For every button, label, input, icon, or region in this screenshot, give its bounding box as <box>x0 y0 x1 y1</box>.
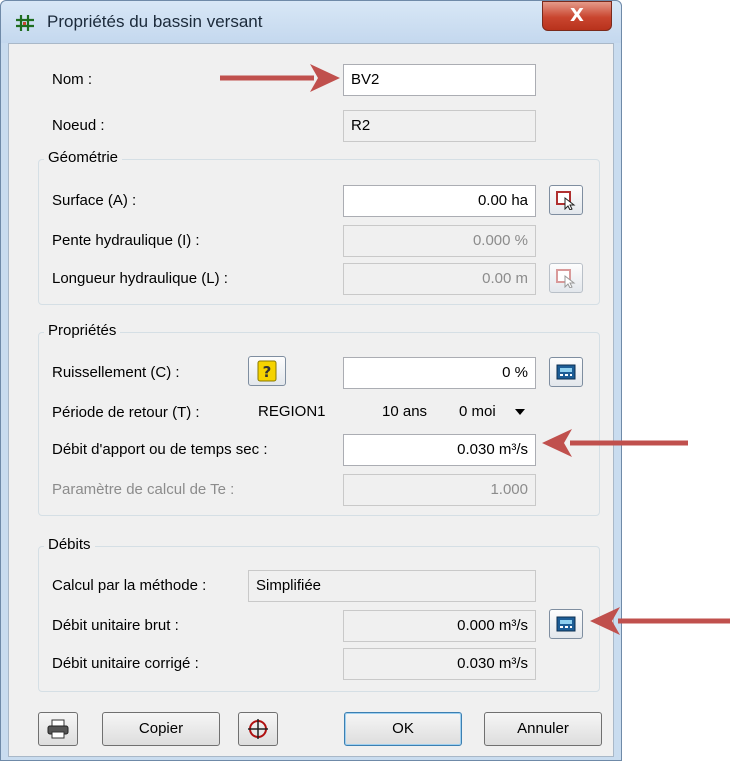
periode-moi: 0 moi <box>459 403 496 420</box>
pente-field: 0.000 % <box>343 225 536 257</box>
title-bar[interactable]: Propriétés du bassin versant X <box>1 1 621 43</box>
chevron-down-icon <box>515 409 525 415</box>
periode-ans: 10 ans <box>382 403 428 420</box>
pick-longueur-button[interactable] <box>549 263 583 293</box>
longueur-label: Longueur hydraulique (L) : <box>52 270 228 287</box>
periode-region: REGION1 <box>258 403 326 420</box>
noeud-label: Noeud : <box>52 117 105 134</box>
annotation-arrow-left-icon <box>542 429 688 457</box>
nom-input[interactable]: BV2 <box>343 64 536 96</box>
methode-field: Simplifiée <box>248 570 536 602</box>
ruissellement-calc-button[interactable] <box>549 357 583 387</box>
select-cursor-icon <box>556 191 576 210</box>
debit-corrige-label: Débit unitaire corrigé : <box>52 655 199 672</box>
debit-brut-label: Débit unitaire brut : <box>52 617 179 634</box>
geometrie-legend: Géométrie <box>44 149 123 166</box>
copier-button[interactable]: Copier <box>102 712 220 746</box>
ruissellement-label: Ruissellement (C) : <box>52 364 180 381</box>
annotation-arrow-right-icon <box>220 64 340 92</box>
print-button[interactable] <box>38 712 78 746</box>
proprietes-legend: Propriétés <box>44 322 121 339</box>
printer-icon <box>47 719 69 739</box>
debit-brut-calc-button[interactable] <box>549 609 583 639</box>
grid-app-icon <box>16 15 34 31</box>
nom-label: Nom : <box>52 71 93 88</box>
pente-label: Pente hydraulique (I) : <box>52 232 200 249</box>
svg-text:?: ? <box>263 363 272 381</box>
methode-label: Calcul par la méthode : <box>52 577 207 594</box>
parametre-te-field: 1.000 <box>343 474 536 506</box>
window-title: Propriétés du bassin versant <box>47 12 263 31</box>
question-mark-icon: ? <box>257 360 277 382</box>
pick-surface-button[interactable] <box>549 185 583 215</box>
locate-button[interactable] <box>238 712 278 746</box>
ok-button[interactable]: OK <box>344 712 462 746</box>
debit-corrige-field: 0.030 m³/s <box>343 648 536 680</box>
debit-brut-field: 0.000 m³/s <box>343 610 536 642</box>
annuler-button[interactable]: Annuler <box>484 712 602 746</box>
crosshair-icon <box>248 719 268 739</box>
periode-label: Période de retour (T) : <box>52 404 200 421</box>
close-button[interactable]: X <box>542 1 612 31</box>
calculator-icon <box>556 616 576 632</box>
debit-apport-label: Débit d'apport ou de temps sec : <box>52 441 268 458</box>
debits-legend: Débits <box>44 536 95 553</box>
close-icon: X <box>570 5 584 26</box>
surface-label: Surface (A) : <box>52 192 137 209</box>
annotation-arrow-left-icon <box>590 607 730 635</box>
surface-input[interactable]: 0.00 ha <box>343 185 536 217</box>
periode-select[interactable]: REGION1 10 ans 0 moi <box>246 397 537 427</box>
debit-apport-input[interactable]: 0.030 m³/s <box>343 434 536 466</box>
ruissellement-input[interactable]: 0 % <box>343 357 536 389</box>
noeud-field: R2 <box>343 110 536 142</box>
longueur-field: 0.00 m <box>343 263 536 295</box>
ruissellement-help-button[interactable]: ? <box>248 356 286 386</box>
parametre-te-label: Paramètre de calcul de Te : <box>52 481 235 498</box>
calculator-icon <box>556 364 576 380</box>
select-cursor-icon <box>556 269 576 288</box>
